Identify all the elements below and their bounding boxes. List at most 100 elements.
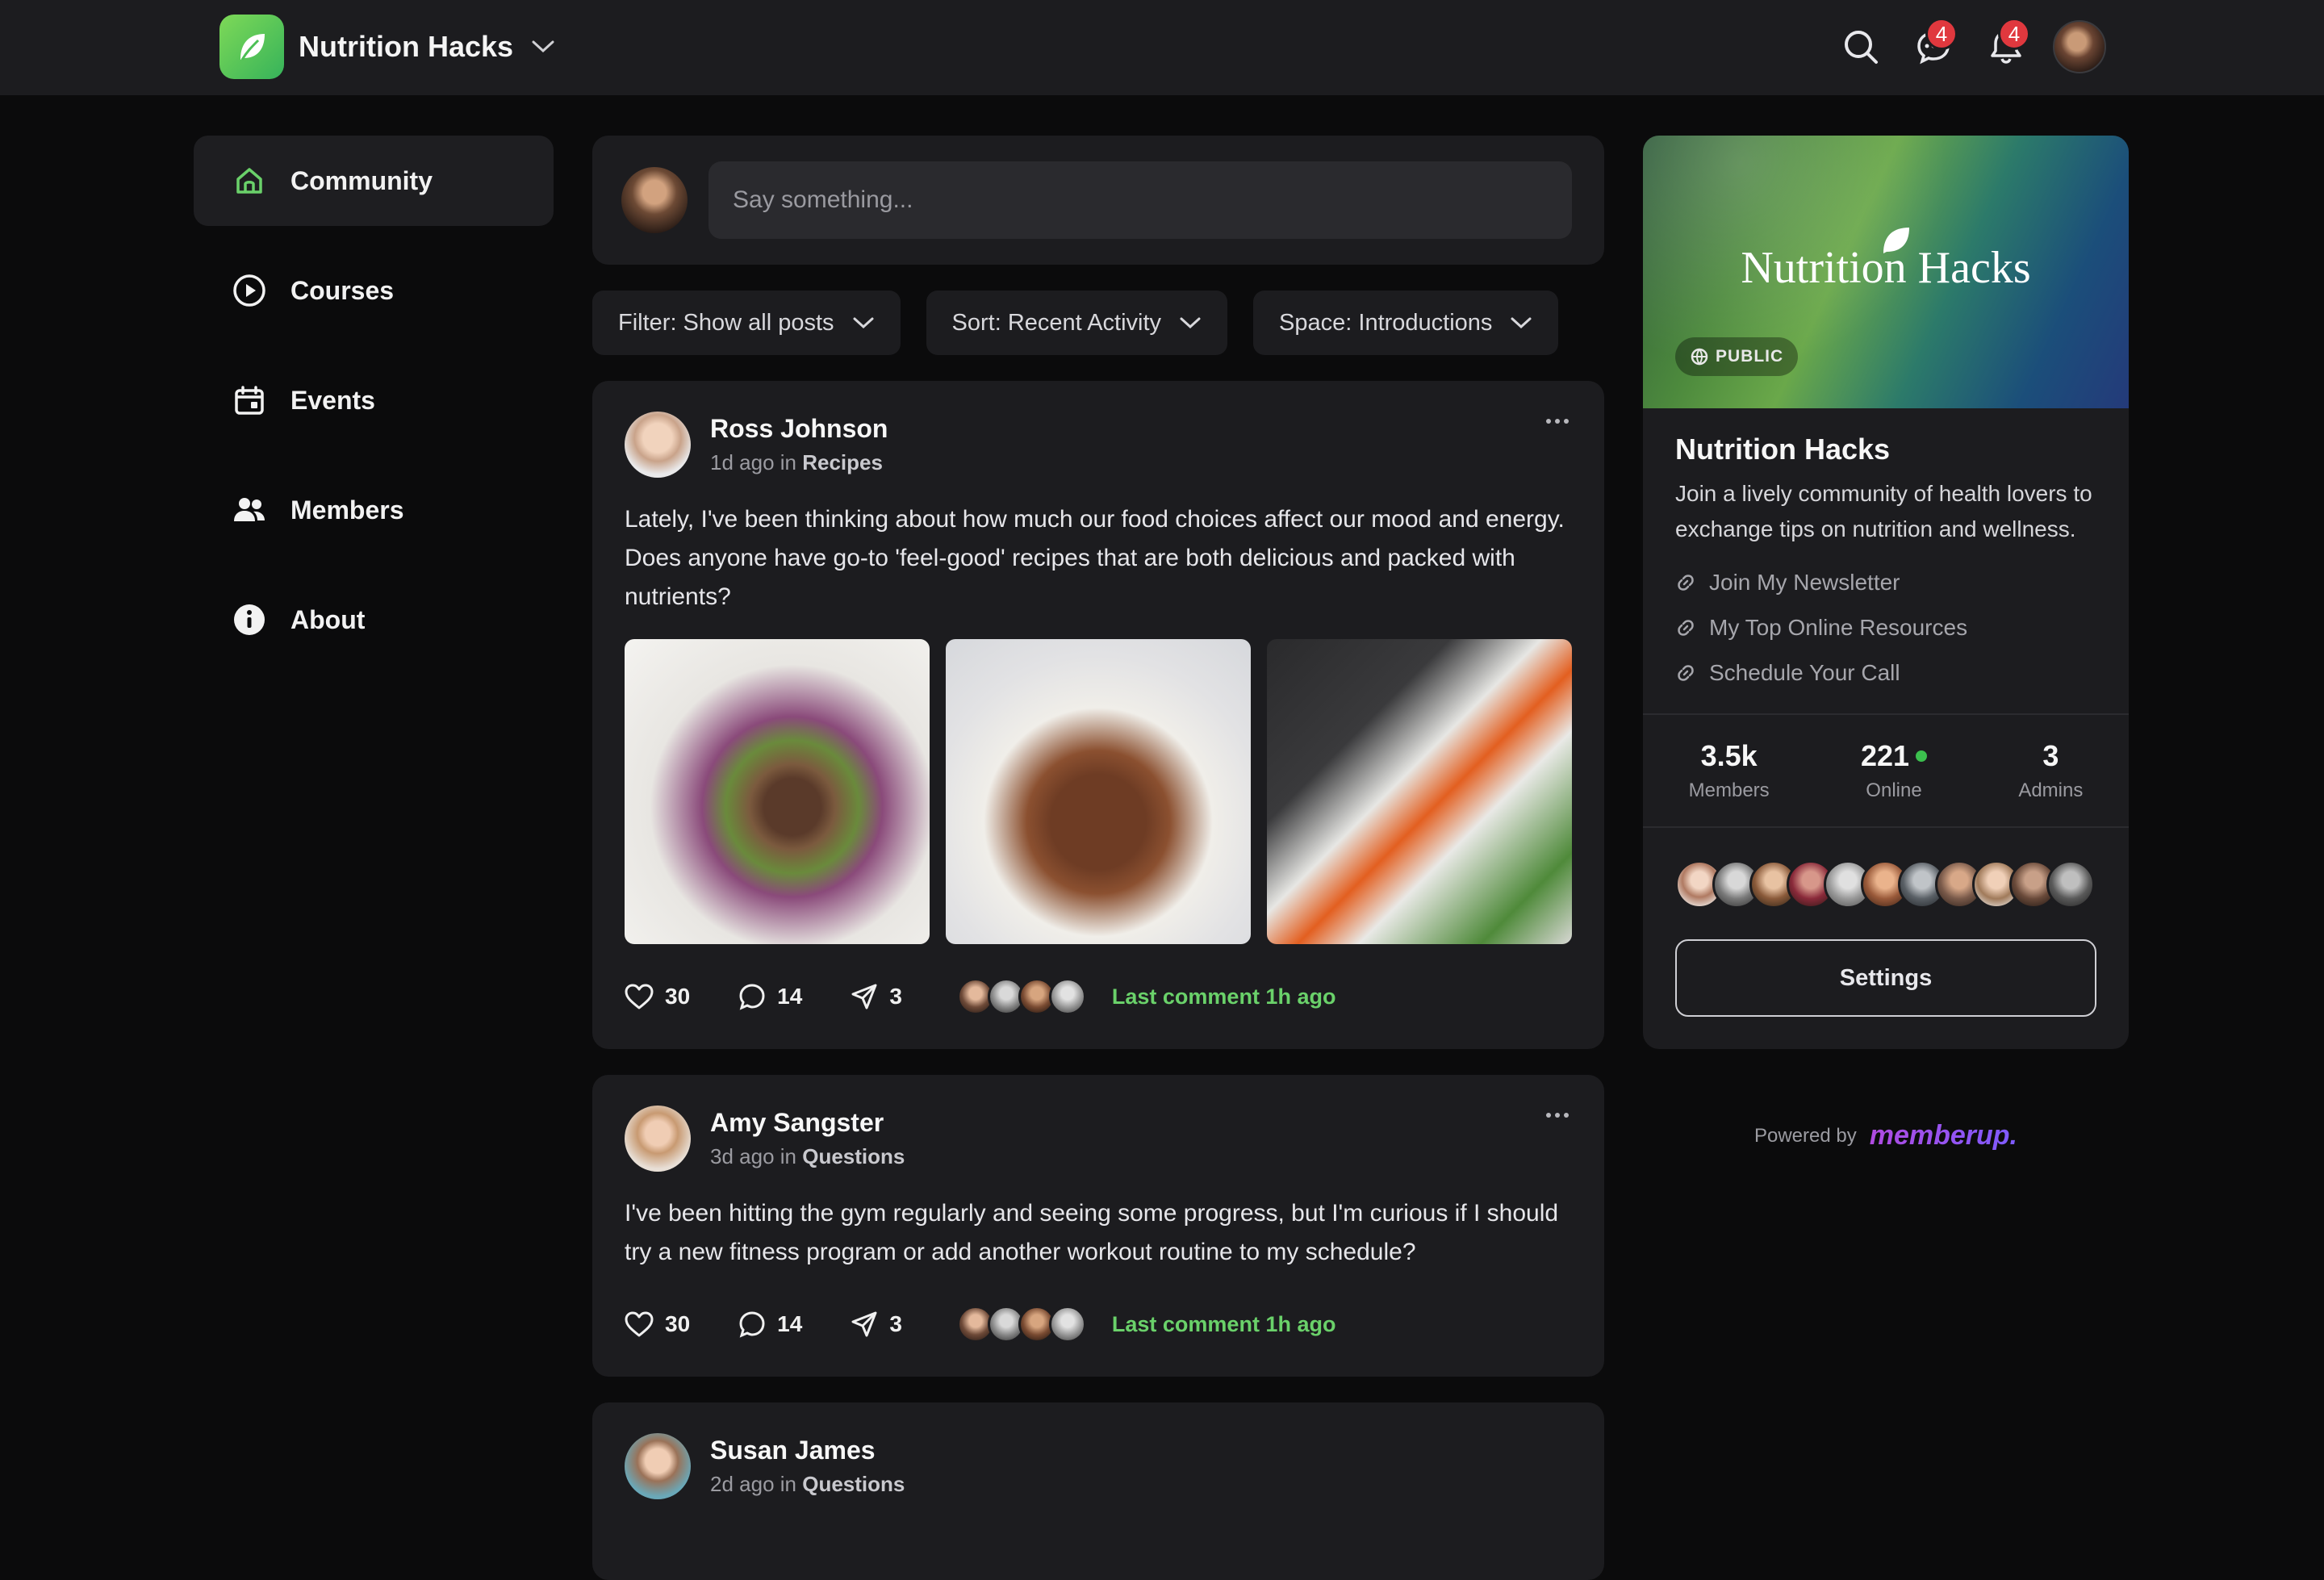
visibility-label: PUBLIC xyxy=(1716,347,1784,366)
like-button[interactable]: 30 xyxy=(625,1311,690,1337)
sort-dropdown[interactable]: Sort: Recent Activity xyxy=(926,291,1228,355)
send-icon xyxy=(851,984,877,1009)
sidebar-item-community[interactable]: Community xyxy=(194,136,554,226)
last-comment-link[interactable]: Last comment 1h ago xyxy=(1112,984,1336,1009)
post-image-pancakes[interactable] xyxy=(946,639,1251,944)
comment-icon xyxy=(739,984,765,1010)
space-dropdown[interactable]: Space: Introductions xyxy=(1253,291,1559,355)
comment-count: 14 xyxy=(777,984,803,1009)
more-options-icon[interactable] xyxy=(1541,1107,1574,1123)
online-dot-icon xyxy=(1916,750,1928,762)
post-space-link[interactable]: Recipes xyxy=(802,450,883,474)
share-count: 3 xyxy=(889,1311,902,1336)
avatar xyxy=(2046,860,2095,909)
community-panel: Nutrition Hacks PUBLIC Nutrition Hacks J… xyxy=(1643,136,2129,1049)
notifications-badge: 4 xyxy=(1998,18,2030,50)
comment-button[interactable]: 14 xyxy=(738,983,802,1010)
sidebar-item-label: Community xyxy=(290,165,433,195)
sidebar-item-label: Members xyxy=(290,495,404,525)
avatar xyxy=(1048,1306,1086,1343)
commenter-avatars xyxy=(956,1306,1086,1343)
post-meta: 1d ago in Recipes xyxy=(710,450,888,475)
filter-label: Filter: Show all posts xyxy=(618,309,834,336)
post-image-cooking[interactable] xyxy=(1267,639,1572,944)
admins-count: 3 xyxy=(2042,739,2059,772)
online-label: Online xyxy=(1866,780,1922,801)
user-avatar[interactable] xyxy=(2053,20,2106,73)
memberup-logo[interactable]: memberup. xyxy=(1870,1120,2017,1152)
last-comment-link[interactable]: Last comment 1h ago xyxy=(1112,1312,1336,1337)
link-label: Schedule Your Call xyxy=(1709,660,1900,685)
like-button[interactable]: 30 xyxy=(625,984,690,1009)
post-card: Susan James 2d ago in Questions xyxy=(592,1402,1604,1580)
top-bar: Nutrition Hacks 4 4 xyxy=(0,0,2324,95)
commenter-avatars xyxy=(956,978,1086,1015)
post-meta: 3d ago in Questions xyxy=(710,1144,905,1169)
post-card: Amy Sangster 3d ago in Questions I've be… xyxy=(592,1075,1604,1377)
members-stat: 3.5k Members xyxy=(1689,739,1770,802)
settings-button[interactable]: Settings xyxy=(1675,939,2096,1017)
info-icon xyxy=(232,603,266,637)
link-label: My Top Online Resources xyxy=(1709,615,1968,640)
share-count: 3 xyxy=(889,984,902,1009)
post-images xyxy=(625,639,1572,944)
sidebar-item-courses[interactable]: Courses xyxy=(194,245,554,336)
comment-button[interactable]: 14 xyxy=(738,1310,802,1338)
members-count: 3.5k xyxy=(1700,739,1758,772)
online-count: 221 xyxy=(1860,739,1910,772)
play-circle-icon xyxy=(232,274,266,307)
home-icon xyxy=(232,164,266,198)
avatar[interactable] xyxy=(625,412,691,478)
post-image-salad[interactable] xyxy=(625,639,930,944)
heart-icon xyxy=(625,1311,654,1337)
comment-icon xyxy=(739,1311,765,1338)
post-space-link[interactable]: Questions xyxy=(802,1144,905,1168)
post-author[interactable]: Amy Sangster xyxy=(710,1108,905,1138)
more-options-icon[interactable] xyxy=(1541,413,1574,429)
powered-by: Powered by memberup. xyxy=(1643,1120,2129,1152)
community-description: Join a lively community of health lovers… xyxy=(1675,481,2092,541)
newsletter-link[interactable]: Join My Newsletter xyxy=(1675,560,2096,605)
sidebar-item-members[interactable]: Members xyxy=(194,465,554,555)
avatar[interactable] xyxy=(625,1433,691,1499)
sidebar-item-events[interactable]: Events xyxy=(194,355,554,445)
member-avatars[interactable] xyxy=(1643,828,2129,909)
sidebar-item-about[interactable]: About xyxy=(194,575,554,665)
post-body: Lately, I've been thinking about how muc… xyxy=(625,506,1565,610)
messages-badge: 4 xyxy=(1925,18,1958,50)
search-icon[interactable] xyxy=(1832,18,1890,76)
avatar[interactable] xyxy=(625,1106,691,1172)
sort-label: Sort: Recent Activity xyxy=(951,309,1162,336)
post-author[interactable]: Susan James xyxy=(710,1436,905,1465)
link-icon xyxy=(1678,620,1694,636)
chevron-down-icon xyxy=(1179,316,1202,330)
resources-link[interactable]: My Top Online Resources xyxy=(1675,605,2096,650)
members-label: Members xyxy=(1688,780,1770,801)
chevron-down-icon xyxy=(531,35,555,59)
post-time: 2d ago in xyxy=(710,1472,796,1496)
feed-filters: Filter: Show all posts Sort: Recent Acti… xyxy=(592,291,1604,355)
share-button[interactable]: 3 xyxy=(851,983,902,1010)
powered-by-label: Powered by xyxy=(1753,1124,1857,1147)
post-space-link[interactable]: Questions xyxy=(802,1472,905,1496)
users-icon xyxy=(232,493,266,527)
link-icon xyxy=(1678,575,1694,591)
like-count: 30 xyxy=(665,1311,691,1336)
schedule-call-link[interactable]: Schedule Your Call xyxy=(1675,650,2096,696)
notifications-button[interactable]: 4 xyxy=(1977,18,2035,76)
online-stat: 221 Online xyxy=(1860,739,1928,802)
community-stats: 3.5k Members 221 Online 3 Admins xyxy=(1643,713,2129,828)
heart-icon xyxy=(625,984,654,1009)
sidebar-nav: Community Courses Events Members About xyxy=(194,136,554,684)
community-title: Nutrition Hacks xyxy=(1675,433,1891,466)
link-icon xyxy=(1678,665,1694,681)
sidebar-item-label: Courses xyxy=(290,275,395,305)
community-name: Nutrition Hacks xyxy=(299,30,514,63)
post-author[interactable]: Ross Johnson xyxy=(710,414,888,444)
share-button[interactable]: 3 xyxy=(851,1310,902,1338)
post-card: Ross Johnson 1d ago in Recipes Lately, I… xyxy=(592,381,1604,1049)
post-input[interactable] xyxy=(708,161,1572,239)
messages-button[interactable]: 4 xyxy=(1904,18,1962,76)
community-switcher[interactable]: Nutrition Hacks xyxy=(219,15,555,79)
filter-dropdown[interactable]: Filter: Show all posts xyxy=(592,291,901,355)
